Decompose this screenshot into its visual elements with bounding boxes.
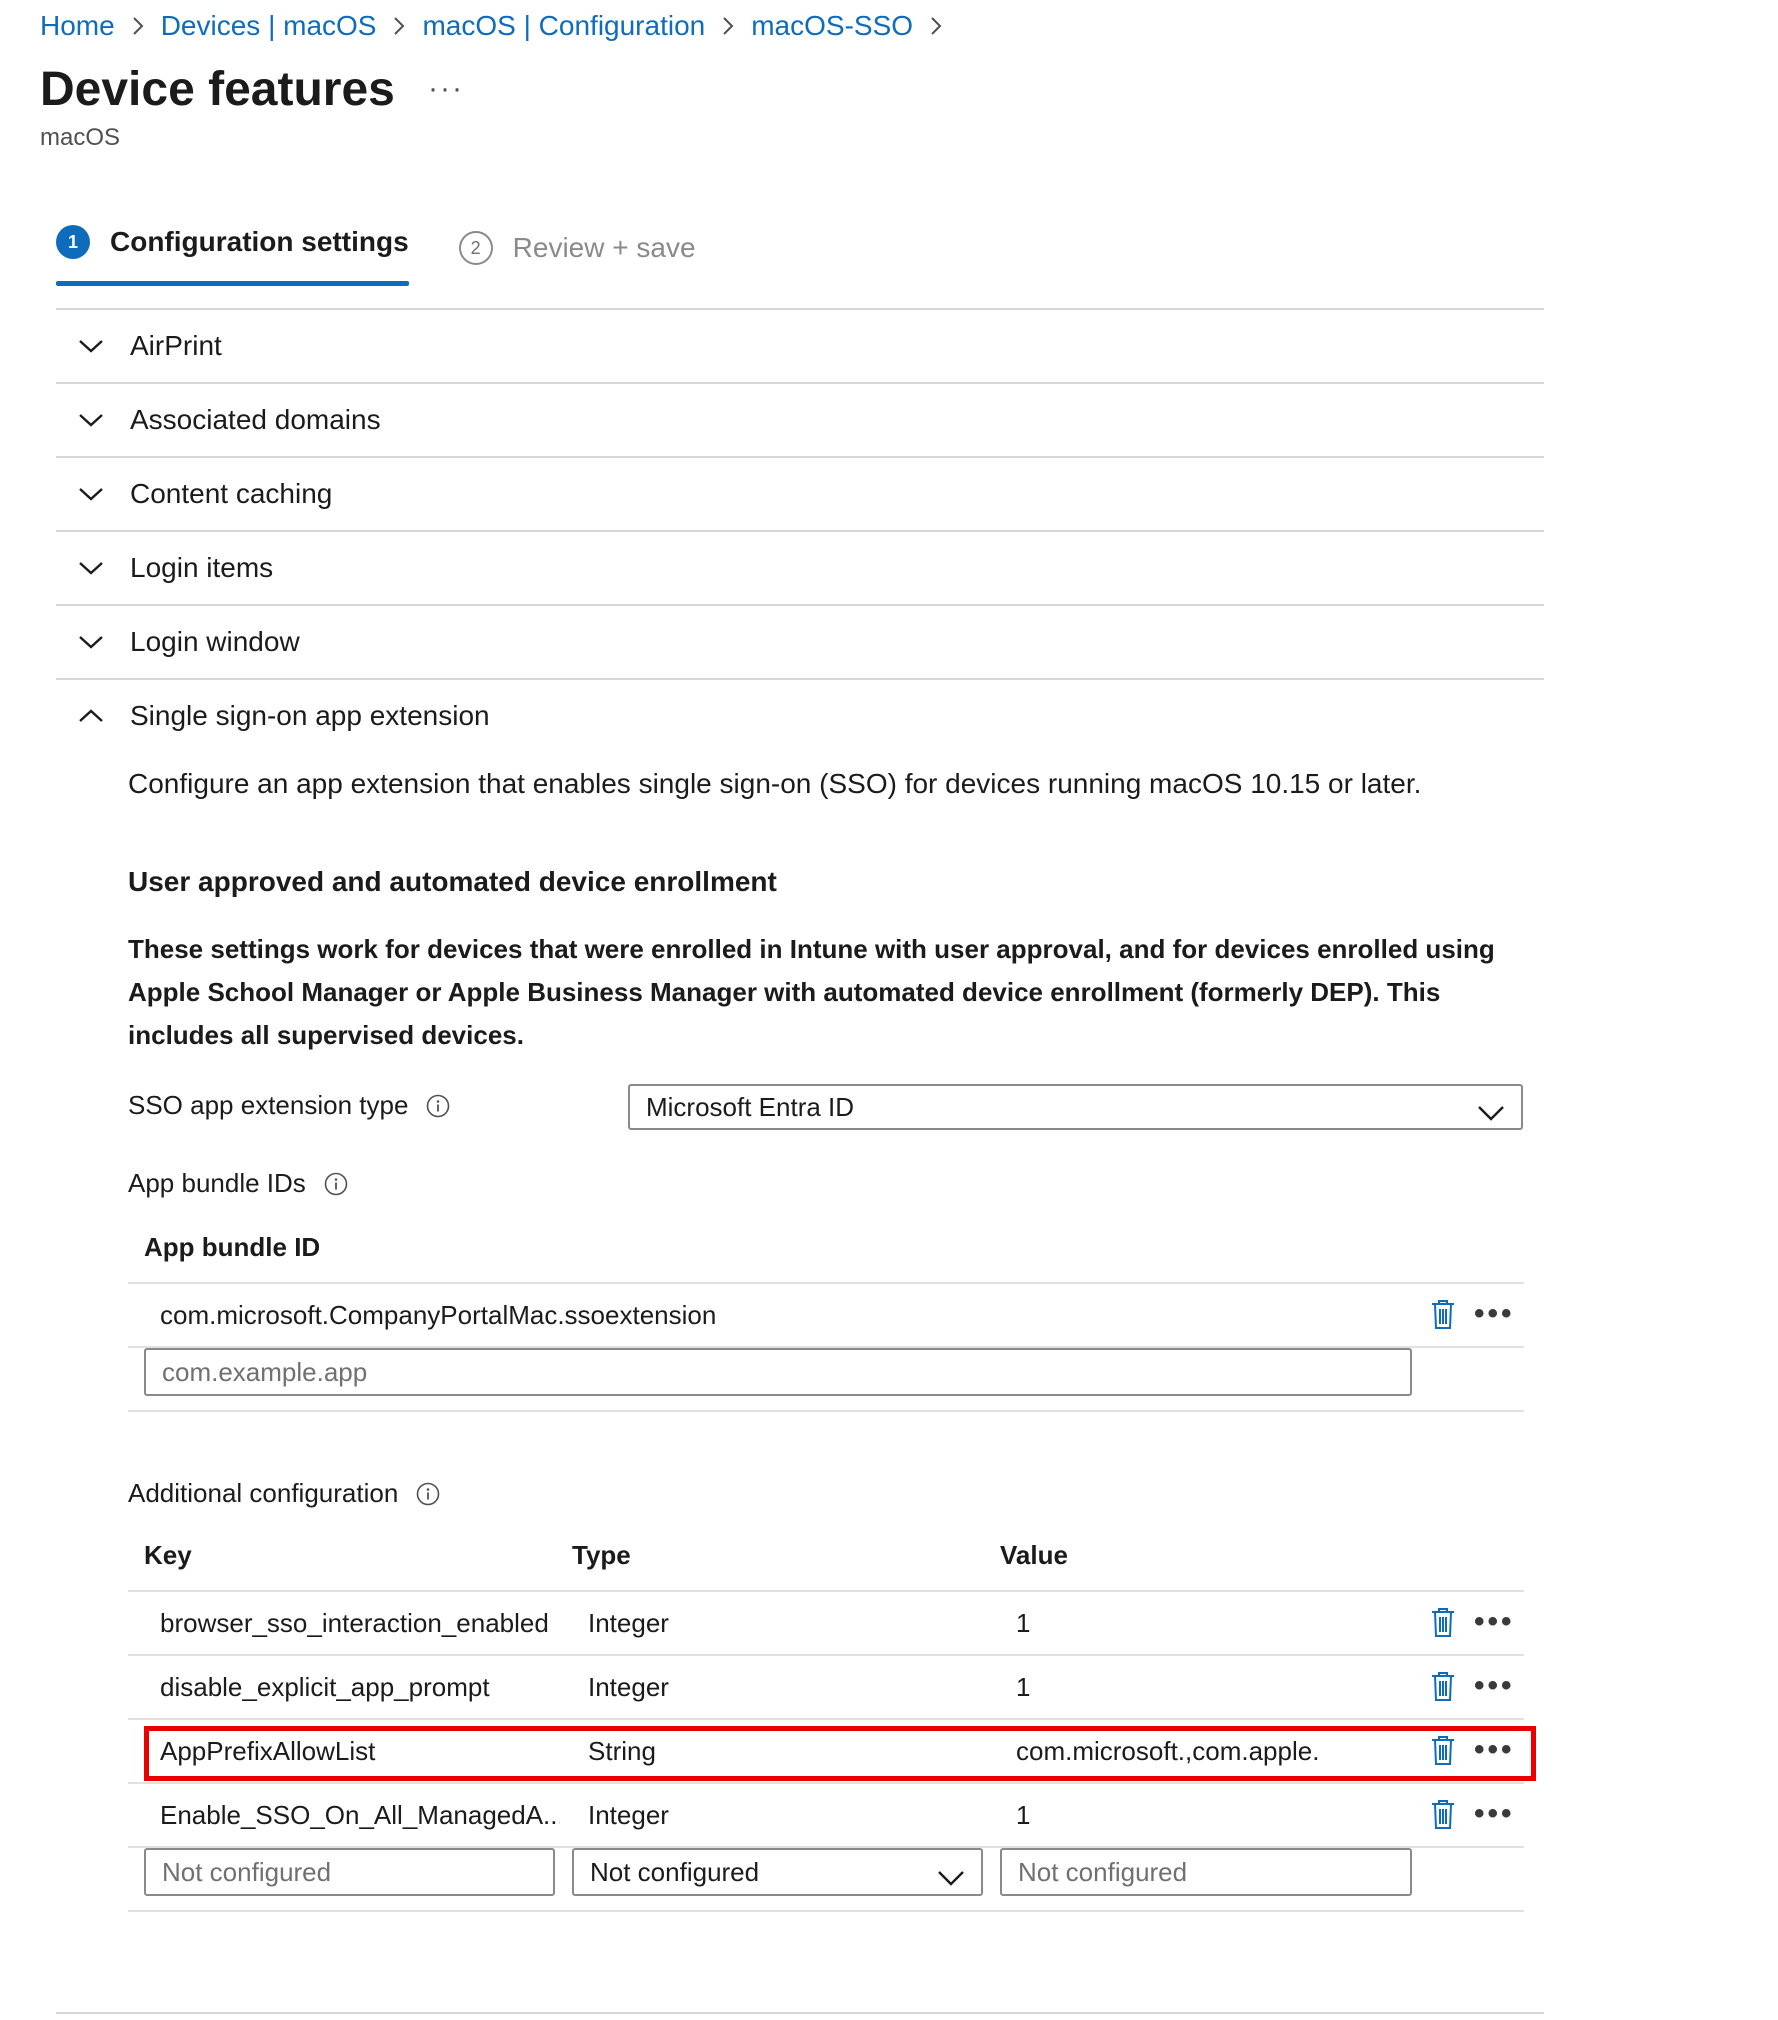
section-label: Content caching	[130, 478, 333, 509]
divider	[128, 1782, 1524, 1784]
chevron-right-icon	[131, 15, 145, 37]
config-row-more-button[interactable]: •••	[1474, 1735, 1515, 1765]
settings-sections: AirPrint Associated domains Content cach…	[56, 308, 1544, 752]
config-type-cell: String	[588, 1736, 656, 1766]
breadcrumb-macos-configuration[interactable]: macOS | Configuration	[422, 10, 705, 42]
chevron-up-icon	[78, 708, 118, 724]
config-row-more-button[interactable]: •••	[1474, 1799, 1515, 1829]
step-number-1: 1	[56, 225, 90, 259]
config-value-cell: 1	[1016, 1672, 1031, 1702]
enrollment-note: These settings work for devices that wer…	[128, 934, 1495, 1050]
bundle-ids-label: App bundle IDs	[128, 1168, 348, 1199]
config-key-cell: Enable_SSO_On_All_ManagedA...	[160, 1800, 560, 1830]
bundle-id-cell: com.microsoft.CompanyPortalMac.ssoextens…	[160, 1300, 717, 1330]
config-row-more-button[interactable]: •••	[1474, 1607, 1515, 1637]
section-label: Login window	[130, 626, 300, 657]
divider	[128, 1282, 1524, 1284]
value-column-header: Value	[1000, 1540, 1068, 1570]
sso-type-dropdown[interactable]: Microsoft Entra ID	[628, 1084, 1523, 1130]
config-row-more-button[interactable]: •••	[1474, 1671, 1515, 1701]
section-associated-domains[interactable]: Associated domains	[56, 382, 1544, 456]
type-column-header: Type	[572, 1540, 631, 1570]
chevron-down-icon	[1477, 1098, 1505, 1129]
new-value-input[interactable]	[1000, 1848, 1412, 1896]
section-bottom-divider	[56, 2012, 1544, 2014]
additional-config-label: Additional configuration	[128, 1478, 440, 1509]
chevron-down-icon	[78, 412, 118, 428]
bundle-id-input[interactable]	[144, 1348, 1412, 1396]
page-title: Device features	[40, 63, 395, 116]
step-number-2: 2	[458, 231, 493, 265]
info-icon[interactable]	[324, 1172, 348, 1196]
section-label: AirPrint	[130, 330, 222, 361]
label-text: App bundle IDs	[128, 1168, 306, 1198]
section-sso-app-extension[interactable]: Single sign-on app extension	[56, 678, 1544, 752]
trash-icon	[1432, 1300, 1454, 1329]
chevron-down-icon	[78, 338, 118, 354]
config-key-cell: browser_sso_interaction_enabled	[160, 1608, 549, 1638]
more-options-button[interactable]: ···	[428, 72, 464, 106]
bundle-id-column-header: App bundle ID	[144, 1232, 321, 1262]
delete-bundle-id-button[interactable]	[1430, 1298, 1456, 1335]
sso-description: Configure an app extension that enables …	[128, 768, 1422, 799]
config-type-cell: Integer	[588, 1800, 669, 1830]
step-review-save[interactable]: 2 Review + save	[458, 228, 696, 268]
label-text: SSO app extension type	[128, 1090, 409, 1120]
trash-icon	[1432, 1736, 1454, 1765]
breadcrumb-home[interactable]: Home	[40, 10, 115, 42]
selected-value: Not configured	[590, 1856, 760, 1887]
sso-type-label: SSO app extension type	[128, 1090, 450, 1121]
trash-icon	[1432, 1800, 1454, 1829]
section-label: Associated domains	[130, 404, 381, 435]
chevron-down-icon	[937, 1863, 965, 1894]
step-label: Configuration settings	[110, 226, 409, 257]
info-icon[interactable]	[426, 1094, 450, 1118]
breadcrumb-macos-sso[interactable]: macOS-SSO	[751, 10, 913, 42]
enrollment-heading: User approved and automated device enrol…	[128, 866, 777, 897]
delete-config-row-button[interactable]	[1430, 1670, 1456, 1707]
new-type-dropdown[interactable]: Not configured	[572, 1848, 983, 1896]
new-key-input[interactable]	[144, 1848, 555, 1896]
section-login-window[interactable]: Login window	[56, 604, 1544, 678]
divider	[128, 1654, 1524, 1656]
chevron-right-icon	[929, 15, 943, 37]
config-value-cell: 1	[1016, 1608, 1031, 1638]
chevron-right-icon	[721, 15, 735, 37]
chevron-down-icon	[78, 560, 118, 576]
chevron-down-icon	[78, 486, 118, 502]
section-content-caching[interactable]: Content caching	[56, 456, 1544, 530]
wizard-steps: 1 Configuration settings 2 Review + save	[56, 225, 696, 286]
delete-config-row-button[interactable]	[1430, 1606, 1456, 1643]
config-type-cell: Integer	[588, 1672, 669, 1702]
bundle-row-more-button[interactable]: •••	[1474, 1299, 1515, 1329]
step-label: Review + save	[512, 232, 696, 263]
label-text: Additional configuration	[128, 1478, 399, 1508]
delete-config-row-button[interactable]	[1430, 1734, 1456, 1771]
breadcrumb-devices-macos[interactable]: Devices | macOS	[161, 10, 377, 42]
config-value-cell: com.microsoft.,com.apple.	[1016, 1736, 1320, 1766]
section-login-items[interactable]: Login items	[56, 530, 1544, 604]
trash-icon	[1432, 1672, 1454, 1701]
section-label: Single sign-on app extension	[130, 700, 490, 731]
config-key-cell: AppPrefixAllowList	[160, 1736, 376, 1766]
page-subtitle: macOS	[40, 124, 121, 151]
delete-config-row-button[interactable]	[1430, 1798, 1456, 1835]
section-label: Login items	[130, 552, 274, 583]
divider	[128, 1718, 1524, 1720]
breadcrumb: Home Devices | macOS macOS | Configurati…	[40, 6, 959, 46]
divider	[128, 1910, 1524, 1912]
section-airprint[interactable]: AirPrint	[56, 308, 1544, 382]
config-type-cell: Integer	[588, 1608, 669, 1638]
selected-value: Microsoft Entra ID	[646, 1091, 855, 1122]
config-value-cell: 1	[1016, 1800, 1031, 1830]
divider	[128, 1590, 1524, 1592]
step-configuration-settings[interactable]: 1 Configuration settings	[56, 225, 409, 286]
chevron-right-icon	[392, 15, 406, 37]
info-icon[interactable]	[416, 1482, 440, 1506]
config-key-cell: disable_explicit_app_prompt	[160, 1672, 490, 1702]
trash-icon	[1432, 1608, 1454, 1637]
divider	[128, 1410, 1524, 1412]
chevron-down-icon	[78, 634, 118, 650]
key-column-header: Key	[144, 1540, 192, 1570]
